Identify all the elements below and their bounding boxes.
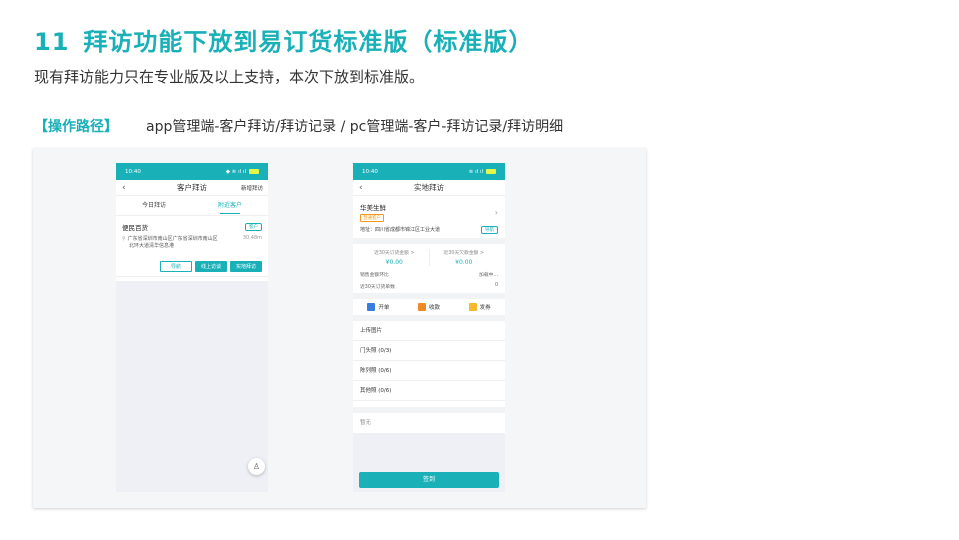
title-text: 拜访功能下放到易订货标准版（标准版） (83, 28, 534, 56)
navigate-button[interactable]: 导航 (159, 261, 192, 272)
signal-icons: ≋ ıl ıl (469, 169, 496, 175)
back-icon[interactable]: ‹ (122, 183, 126, 193)
order-amount-label: 近30天订货金额 > (374, 251, 415, 256)
nav-title: 客户拜访 (177, 183, 207, 192)
display-photo-item[interactable]: 陈列照 (0/6) (353, 361, 505, 381)
empty-area (116, 281, 268, 492)
create-order-button[interactable]: 开单 (367, 303, 389, 311)
stat-label: 近30天订货单数 (360, 285, 395, 290)
customer-tag: 客户 (245, 223, 262, 231)
phone-field-visit: 10:40 ≋ ıl ıl ‹ 实地拜访 华美生鲜 普通客户 › 地址：四川省成… (353, 163, 505, 492)
signal-icons: ◆ ≋ ıl ıl (226, 169, 259, 175)
upload-photos-title: 上传图片 (353, 321, 505, 341)
store-address: 地址：四川省成都市锦江区工业大道 (360, 227, 441, 233)
tab-nearby-customers[interactable]: 附近客户 (192, 196, 268, 215)
phone-customer-visit: 10:40 ◆ ≋ ıl ıl ‹ 客户拜访 新增拜访 今日拜访 附近客户 便民… (116, 163, 268, 492)
quick-actions: 开单 收款 发券 (353, 299, 505, 321)
visit-tabs: 今日拜访 附近客户 (116, 196, 268, 216)
order-amount-value: ¥0.00 (385, 259, 403, 266)
status-time: 10:40 (125, 168, 141, 175)
customer-card[interactable]: 便民百货 客户 ⚲ 广东省深圳市南山区广东省深圳市南山区 北环大道清华信息港 30.… (116, 216, 268, 277)
stat-label: 销售金额环比 (360, 273, 389, 278)
screenshot-panel: 10:40 ◆ ≋ ıl ıl ‹ 客户拜访 新增拜访 今日拜访 附近客户 便民… (33, 148, 646, 508)
battery-icon (486, 169, 496, 174)
operation-path: 【操作路径】 app管理端-客户拜访/拜访记录 / pc管理端-客户-拜访记录/拜… (34, 116, 563, 136)
chevron-right-icon: › (494, 207, 498, 217)
order-icon (367, 303, 376, 311)
nav-bar: ‹ 实地拜访 (353, 180, 505, 196)
subtitle: 现有拜访能力只在专业版及以上支持，本次下放到标准版。 (34, 68, 425, 86)
storefront-photo-item[interactable]: 门头照 (0/3) (353, 341, 505, 361)
customer-type-tag: 普通客户 (360, 214, 384, 222)
nav-title: 实地拜访 (414, 183, 444, 192)
check-in-button[interactable]: 签到 (359, 472, 499, 488)
address-line1: 广东省深圳市南山区广东省深圳市南山区 (127, 236, 218, 242)
amount-summary: 近30天订货金额 > ¥0.00 近30天欠款金额 > ¥0.00 销售金额环比… (353, 244, 505, 299)
store-card[interactable]: 华美生鲜 普通客户 › 地址：四川省成都市锦江区工业大道 导航 (353, 196, 505, 244)
section-number: 11 (34, 28, 70, 56)
status-bar: 10:40 ≋ ıl ıl (353, 163, 505, 180)
store-name: 华美生鲜 (360, 204, 386, 212)
customer-name: 便民百货 (122, 224, 148, 232)
stat-row: 销售金额环比 加载中... (360, 271, 498, 278)
debt-amount-label: 近30天欠款金额 > (443, 251, 484, 256)
action-label: 开单 (378, 305, 390, 311)
visit-note[interactable]: 暂无 (353, 407, 505, 427)
stat-row: 近30天订货单数 0 (360, 283, 498, 290)
page-title: 11 拜访功能下放到易订货标准版（标准版） (34, 22, 533, 57)
signal-icon: ≋ ıl ıl (468, 168, 483, 175)
path-label: 【操作路径】 (34, 119, 118, 135)
visitor-icon[interactable]: ♙ (248, 458, 265, 475)
debt-amount-value: ¥0.00 (455, 259, 473, 266)
customer-address: ⚲ 广东省深圳市南山区广东省深圳市南山区 北环大道清华信息港 30.48m (122, 235, 262, 249)
address-line2: 北环大道清华信息港 (129, 243, 175, 249)
online-visit-button[interactable]: 线上访谈 (194, 261, 227, 272)
other-photo-item[interactable]: 其他照 (0/6) (353, 381, 505, 401)
debt-amount[interactable]: 近30天欠款金额 > ¥0.00 (430, 249, 499, 266)
status-time: 10:40 (362, 168, 378, 175)
tab-today-visits[interactable]: 今日拜访 (116, 196, 192, 215)
status-bar: 10:40 ◆ ≋ ıl ıl (116, 163, 268, 180)
battery-icon (249, 169, 259, 174)
stat-value: 0 (494, 283, 498, 288)
location-pin-icon: ⚲ (122, 236, 126, 242)
order-amount[interactable]: 近30天订货金额 > ¥0.00 (360, 249, 429, 266)
customer-actions: 导航 线上访谈 实地拜访 (122, 261, 262, 272)
signal-icon: ◆ ≋ ıl ıl (225, 168, 246, 175)
collect-payment-button[interactable]: 收款 (417, 303, 440, 311)
action-label: 发券 (479, 305, 491, 311)
payment-icon (417, 303, 426, 311)
action-label: 收款 (428, 305, 440, 311)
field-visit-button[interactable]: 实地拜访 (229, 261, 262, 272)
coupon-icon (468, 303, 477, 311)
add-visit-button[interactable]: 新增拜访 (241, 184, 263, 192)
nav-bar: ‹ 客户拜访 新增拜访 (116, 180, 268, 196)
navigate-button[interactable]: 导航 (481, 226, 498, 234)
slide: 11 拜访功能下放到易订货标准版（标准版） 现有拜访能力只在专业版及以上支持，本次… (0, 0, 959, 540)
path-text: app管理端-客户拜访/拜访记录 / pc管理端-客户-拜访记录/拜访明细 (146, 119, 564, 135)
back-icon[interactable]: ‹ (359, 183, 363, 193)
customer-distance: 30.48m (242, 235, 262, 241)
stat-value: 加载中... (479, 273, 498, 278)
issue-coupon-button[interactable]: 发券 (468, 303, 491, 311)
